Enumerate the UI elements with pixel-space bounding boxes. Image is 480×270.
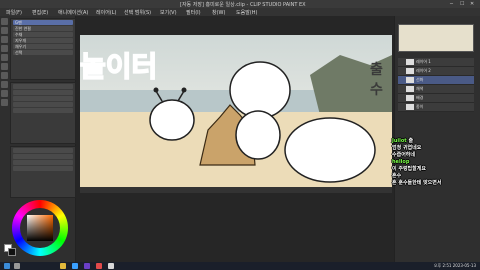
pencil-icon[interactable] [1, 27, 8, 34]
layer-thumb [406, 86, 414, 92]
fill-icon[interactable] [1, 54, 8, 61]
layer-row[interactable]: 선화 [398, 76, 474, 85]
select-icon[interactable] [1, 63, 8, 70]
character-center [229, 61, 291, 119]
layer-row[interactable]: 종이 [398, 103, 474, 112]
property-row[interactable] [13, 90, 73, 95]
obs-icon[interactable] [96, 263, 102, 269]
sub-tool-item[interactable]: 지우개 [13, 38, 73, 43]
menu-animation[interactable]: 애니메이션(A) [58, 9, 88, 16]
menu-file[interactable]: 파일(F) [6, 9, 22, 16]
menu-window[interactable]: 창(W) [212, 9, 225, 16]
text-icon[interactable] [1, 81, 8, 88]
chat-line: 엄청 귀엽네요 [392, 145, 422, 151]
property-row[interactable] [13, 96, 73, 101]
clock-time: 오후 2:51 [433, 263, 452, 268]
brush-icon[interactable] [1, 36, 8, 43]
layer-thumb [406, 59, 414, 65]
chat-line: hellop [392, 159, 410, 165]
close-icon[interactable]: ✕ [470, 1, 474, 7]
tool-property-panel [10, 82, 76, 144]
brush-size-panel [10, 146, 76, 198]
canvas-scrollbar[interactable] [80, 187, 392, 193]
chat-line: 흔수 [392, 173, 402, 179]
system-tray: 오후 2:51 2023-05-13 [434, 263, 476, 269]
layer-thumb [406, 95, 414, 101]
sub-tool-item[interactable]: 채우기 [13, 44, 73, 49]
menu-view[interactable]: 보기(V) [160, 9, 177, 16]
menu-help[interactable]: 도움말(H) [236, 9, 257, 16]
layer-name: 배경 [416, 95, 424, 100]
minimize-icon[interactable]: ─ [450, 1, 453, 7]
eyedropper-icon[interactable] [1, 90, 8, 97]
menu-edit[interactable]: 편집(E) [32, 9, 48, 16]
character-left [149, 99, 195, 141]
window-title: [자동 저장] 흥미로운 일상.clip - CLIP STUDIO PAINT… [180, 2, 306, 8]
layer-thumb [406, 77, 414, 83]
clock-date: 2023-05-13 [452, 263, 476, 268]
brush-size-row[interactable] [13, 160, 73, 165]
layer-name: 레이어 1 [416, 59, 431, 64]
layer-thumb [406, 104, 414, 110]
chat-line: 수줍어하네 [392, 152, 416, 158]
tool-column [1, 18, 9, 108]
start-icon[interactable] [4, 263, 10, 269]
character-right [284, 117, 376, 183]
maximize-icon[interactable]: ☐ [460, 1, 464, 7]
edge-icon[interactable] [72, 263, 78, 269]
folder-icon[interactable] [60, 263, 66, 269]
sub-tool-item[interactable]: G펜 [13, 20, 73, 25]
move-icon[interactable] [1, 72, 8, 79]
navigator-thumbnail[interactable] [398, 24, 474, 52]
sub-tool-item[interactable]: 진한 연필 [13, 26, 73, 31]
property-row[interactable] [13, 84, 73, 89]
side-text: 출수 [370, 62, 383, 98]
sub-tool-item[interactable]: 선택 [13, 50, 73, 55]
brush-size-row[interactable] [13, 154, 73, 159]
menu-layer[interactable]: 레이어(L) [96, 9, 117, 16]
title-bar: [자동 저장] 흥미로운 일상.clip - CLIP STUDIO PAINT… [0, 0, 480, 8]
taskbar: 오후 2:51 2023-05-13 [0, 262, 480, 270]
menu-bar: 파일(F) 편집(E) 애니메이션(A) 레이어(L) 선택 범위(S) 보기(… [0, 8, 480, 16]
sub-color-swatch[interactable] [8, 248, 16, 256]
layer-name: 선화 [416, 77, 424, 82]
chat-overlay: Juilot 출 엄청 귀엽네요 수줍어하네 hellop 이 주렁팁할게요 흔… [392, 138, 480, 190]
pen-icon[interactable] [1, 18, 8, 25]
search-icon[interactable] [14, 263, 20, 269]
layer-name: 레이어 2 [416, 68, 431, 73]
clip-studio-icon[interactable] [108, 263, 114, 269]
property-row[interactable] [13, 102, 73, 107]
brush-size-row[interactable] [13, 148, 73, 153]
chat-line: Juilot 출 [392, 138, 414, 144]
sub-tool-item[interactable]: 수채 [13, 32, 73, 37]
layer-row[interactable]: 채색 [398, 85, 474, 94]
layer-row[interactable]: 배경 [398, 94, 474, 103]
drawing-canvas[interactable]: 놀이터 출수 [80, 35, 392, 187]
sub-tool-panel: G펜 진한 연필 수채 지우개 채우기 선택 [10, 18, 76, 80]
discord-icon[interactable] [84, 263, 90, 269]
chat-line: 흔 훈수들한테 맞으면서 [392, 180, 442, 186]
layer-row[interactable]: 레이어 2 [398, 67, 474, 76]
saturation-square[interactable] [27, 215, 53, 241]
property-row[interactable] [13, 108, 73, 113]
overlay-title-text: 놀이터 [80, 49, 158, 84]
menu-selection[interactable]: 선택 범위(S) [124, 9, 151, 16]
color-wheel[interactable] [12, 200, 68, 256]
eraser-icon[interactable] [1, 45, 8, 52]
layer-name: 채색 [416, 86, 424, 91]
chat-line: 이 주렁팁할게요 [392, 166, 426, 172]
layer-name: 종이 [416, 104, 424, 109]
layer-row[interactable]: 레이어 1 [398, 58, 474, 67]
menu-filter[interactable]: 필터(I) [186, 9, 201, 16]
layer-thumb [406, 68, 414, 74]
brush-size-row[interactable] [13, 166, 73, 171]
hand-icon[interactable] [1, 99, 8, 106]
